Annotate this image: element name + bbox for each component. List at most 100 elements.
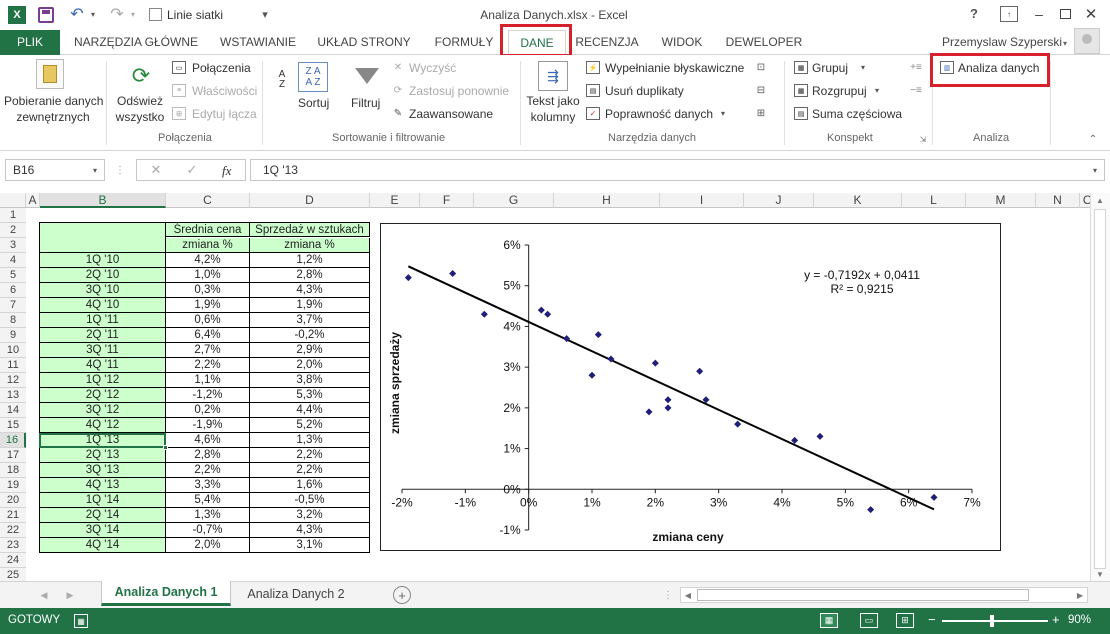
macro-record-icon[interactable]: ▦ bbox=[74, 614, 88, 628]
column-header-j[interactable]: J bbox=[744, 193, 814, 208]
cell-d16[interactable]: 1,3% bbox=[250, 433, 370, 448]
column-header-n[interactable]: N bbox=[1036, 193, 1080, 208]
insert-function-icon[interactable]: fx bbox=[222, 163, 231, 179]
row-header-17[interactable]: 17 bbox=[0, 448, 26, 463]
row-header-6[interactable]: 6 bbox=[0, 283, 26, 298]
cell-c23[interactable]: 2,0% bbox=[166, 538, 250, 553]
name-box-dropdown-icon[interactable]: ▾ bbox=[90, 163, 100, 177]
cell-d11[interactable]: 2,0% bbox=[250, 358, 370, 373]
column-header-m[interactable]: M bbox=[966, 193, 1036, 208]
cell-b14[interactable]: 3Q '12 bbox=[39, 403, 166, 418]
cell-c10[interactable]: 2,7% bbox=[166, 343, 250, 358]
cell-c9[interactable]: 6,4% bbox=[166, 328, 250, 343]
cell-b11[interactable]: 4Q '11 bbox=[39, 358, 166, 373]
text-to-columns-label-2[interactable]: kolumny bbox=[524, 110, 582, 124]
scroll-down-icon[interactable]: ▼ bbox=[1094, 569, 1106, 579]
zoom-out-icon[interactable]: − bbox=[928, 612, 936, 627]
scatter-chart[interactable]: -2% -1% 0% 1% 2% 3% 4% 5% 6% 7%-1%0%1%2%3%4%5%6%y… bbox=[380, 223, 1001, 551]
refresh-all-label-1[interactable]: Odśwież bbox=[110, 94, 170, 108]
cell-d19[interactable]: 1,6% bbox=[250, 478, 370, 493]
zoom-slider[interactable] bbox=[942, 620, 1048, 622]
remove-duplicates-button[interactable]: Usuń duplikaty bbox=[605, 84, 684, 98]
worksheet-grid[interactable]: ABCDEFGHIJKLMNO 1 2 3 4 5 6 7 8 9 10 11 12 13 14 15 16 1… bbox=[0, 189, 1110, 583]
cell-c21[interactable]: 1,3% bbox=[166, 508, 250, 523]
cell-d21[interactable]: 3,2% bbox=[250, 508, 370, 523]
ribbon-options-icon[interactable]: ↑ bbox=[1000, 6, 1018, 22]
cell-d12[interactable]: 3,8% bbox=[250, 373, 370, 388]
horizontal-scrollbar[interactable]: ◀ ▶ bbox=[680, 587, 1088, 603]
row-header-10[interactable]: 10 bbox=[0, 343, 26, 358]
group-dropdown-icon[interactable]: ▾ bbox=[858, 61, 868, 74]
x-axis-title[interactable]: zmiana ceny bbox=[652, 530, 724, 544]
row-header-8[interactable]: 8 bbox=[0, 313, 26, 328]
cell-c8[interactable]: 0,6% bbox=[166, 313, 250, 328]
formula-input[interactable]: 1Q '13 ▾ bbox=[250, 159, 1105, 181]
undo-dropdown-icon[interactable]: ▾ bbox=[88, 5, 98, 23]
y-axis-title[interactable]: zmiana sprzedaży bbox=[388, 332, 402, 434]
cell-d5[interactable]: 2,8% bbox=[250, 268, 370, 283]
collapse-ribbon-icon[interactable]: ⌃ bbox=[1086, 133, 1100, 145]
cell-c19[interactable]: 3,3% bbox=[166, 478, 250, 493]
scroll-thumb[interactable] bbox=[1094, 209, 1106, 569]
zoom-level[interactable]: 90% bbox=[1068, 614, 1091, 626]
cell-d14[interactable]: 4,4% bbox=[250, 403, 370, 418]
external-data-label-1[interactable]: Pobieranie danych bbox=[4, 94, 103, 108]
h-scroll-thumb[interactable] bbox=[697, 589, 1029, 601]
row-header-15[interactable]: 15 bbox=[0, 418, 26, 433]
qat-customize-icon[interactable]: ▾ bbox=[257, 5, 273, 23]
cell-b15[interactable]: 4Q '12 bbox=[39, 418, 166, 433]
ungroup-dropdown-icon[interactable]: ▾ bbox=[872, 84, 882, 97]
new-sheet-icon[interactable]: + bbox=[393, 586, 411, 604]
cell-c22[interactable]: -0,7% bbox=[166, 523, 250, 538]
cell-c6[interactable]: 0,3% bbox=[166, 283, 250, 298]
cell-c13[interactable]: -1,2% bbox=[166, 388, 250, 403]
external-data-icon[interactable] bbox=[36, 59, 64, 89]
cell-d4[interactable]: 1,2% bbox=[250, 253, 370, 268]
vertical-scrollbar[interactable]: ▲ ▼ bbox=[1090, 193, 1110, 581]
row-header-4[interactable]: 4 bbox=[0, 253, 26, 268]
advanced-button[interactable]: Zaawansowane bbox=[409, 107, 493, 121]
row-header-1[interactable]: 1 bbox=[0, 208, 26, 223]
column-header-h[interactable]: H bbox=[554, 193, 660, 208]
column-header-c[interactable]: C bbox=[166, 193, 250, 208]
cell-d9[interactable]: -0,2% bbox=[250, 328, 370, 343]
ungroup-button[interactable]: Rozgrupuj bbox=[812, 84, 867, 98]
expand-formula-icon[interactable]: ▾ bbox=[1090, 163, 1100, 177]
cancel-icon[interactable]: ✕ bbox=[148, 161, 164, 179]
column-header-k[interactable]: K bbox=[814, 193, 902, 208]
column-header-e[interactable]: E bbox=[370, 193, 420, 208]
consolidate-icon[interactable]: ⊡ bbox=[752, 61, 770, 74]
cell-d10[interactable]: 2,9% bbox=[250, 343, 370, 358]
properties-button[interactable]: Właściwości bbox=[192, 84, 257, 98]
cell-c15[interactable]: -1,9% bbox=[166, 418, 250, 433]
user-name[interactable]: Przemyslaw Szyperski bbox=[942, 35, 1062, 49]
cell-b17[interactable]: 2Q '13 bbox=[39, 448, 166, 463]
cell-b9[interactable]: 2Q '11 bbox=[39, 328, 166, 343]
scroll-left-icon[interactable]: ◀ bbox=[683, 589, 693, 601]
edit-links-button[interactable]: Edytuj łącza bbox=[192, 107, 257, 121]
column-header-g[interactable]: G bbox=[474, 193, 554, 208]
zoom-slider-thumb[interactable] bbox=[990, 615, 994, 627]
sort-az-icon[interactable]: AZ bbox=[272, 63, 292, 97]
close-icon[interactable]: ✕ bbox=[1082, 6, 1100, 23]
text-to-columns-label-1[interactable]: Tekst jako bbox=[524, 94, 582, 108]
external-data-label-2[interactable]: zewnętrznych bbox=[4, 110, 102, 124]
cell-c12[interactable]: 1,1% bbox=[166, 373, 250, 388]
cell-c16[interactable]: 4,6% bbox=[166, 433, 250, 448]
cell-b23[interactable]: 4Q '14 bbox=[39, 538, 166, 553]
tab-developer[interactable]: DEWELOPER bbox=[722, 30, 806, 55]
header-cell-d3[interactable]: zmiana % bbox=[250, 238, 370, 253]
tab-review[interactable]: RECENZJA bbox=[572, 30, 642, 55]
cell-b13[interactable]: 2Q '12 bbox=[39, 388, 166, 403]
normal-view-icon[interactable]: ▦ bbox=[820, 613, 838, 628]
cell-c14[interactable]: 0,2% bbox=[166, 403, 250, 418]
cell-b16[interactable]: 1Q '13 bbox=[39, 433, 166, 448]
connections-button[interactable]: Połączenia bbox=[192, 61, 251, 75]
cell-d17[interactable]: 2,2% bbox=[250, 448, 370, 463]
scroll-up-icon[interactable]: ▲ bbox=[1094, 195, 1106, 205]
filter-icon[interactable] bbox=[354, 61, 380, 91]
row-header-18[interactable]: 18 bbox=[0, 463, 26, 478]
cell-c11[interactable]: 2,2% bbox=[166, 358, 250, 373]
undo-icon[interactable]: ↶ bbox=[68, 5, 86, 23]
show-detail-icon[interactable]: +≡ bbox=[908, 61, 924, 74]
